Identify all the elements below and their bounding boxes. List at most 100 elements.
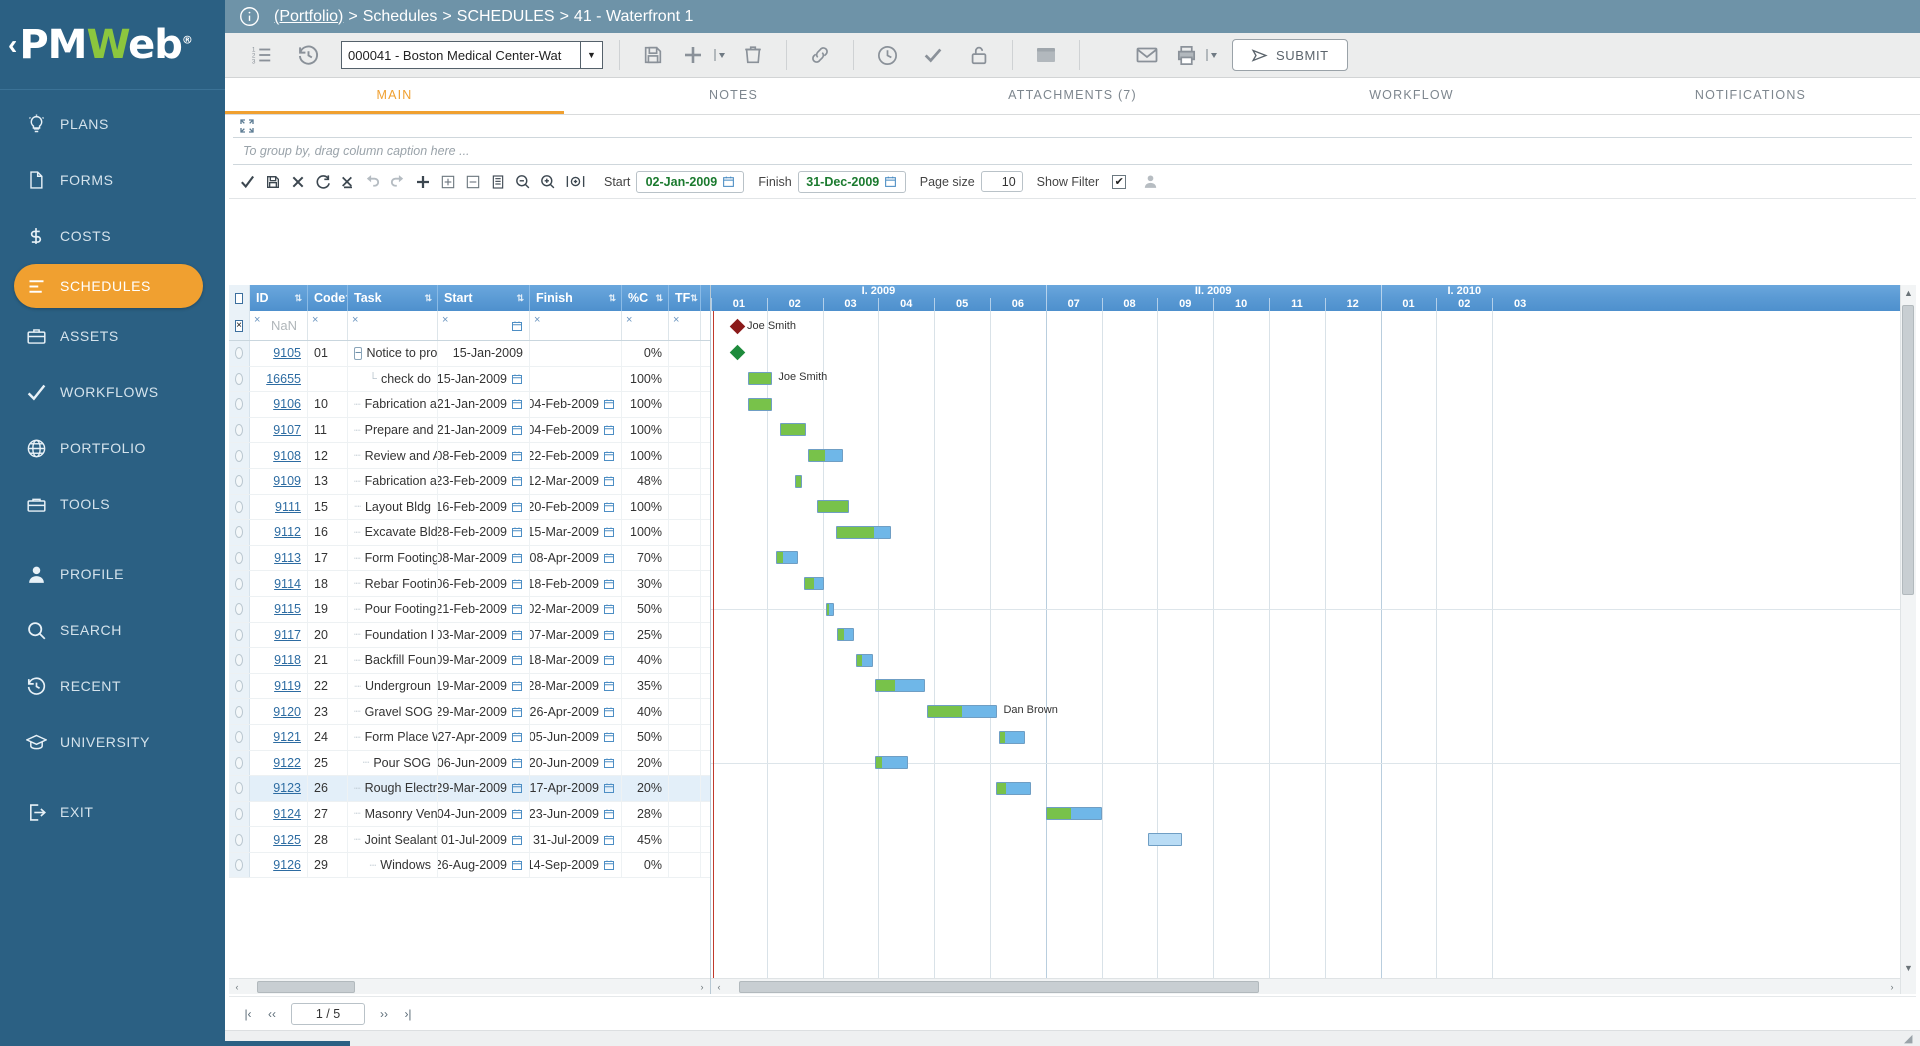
calendar-icon[interactable] xyxy=(603,526,615,538)
pager-next-button[interactable]: ›› xyxy=(373,1003,395,1025)
row-select-radio[interactable] xyxy=(229,802,250,827)
calendar-icon[interactable] xyxy=(603,629,615,641)
row-id-link[interactable]: 9118 xyxy=(274,653,301,667)
radio-icon[interactable] xyxy=(235,731,243,743)
calendar-icon[interactable] xyxy=(603,706,615,718)
cell-start[interactable]: 16-Feb-2009 xyxy=(438,495,530,520)
cell-start[interactable]: 15-Jan-2009 xyxy=(438,341,530,366)
gantt-bar[interactable] xyxy=(875,756,908,769)
cell-start[interactable]: 08-Feb-2009 xyxy=(438,443,530,468)
cell-task[interactable]: ┈Prepare and xyxy=(348,418,438,443)
archive-icon[interactable] xyxy=(1023,33,1069,77)
cell-id[interactable]: 9125 xyxy=(250,827,308,852)
row-select-radio[interactable] xyxy=(229,699,250,724)
row-id-link[interactable]: 9120 xyxy=(273,705,301,719)
radio-icon[interactable] xyxy=(235,501,243,513)
sort-icon[interactable]: ⇅ xyxy=(516,293,523,304)
scroll-left-icon[interactable]: ‹ xyxy=(711,982,727,992)
sidebar-item-university[interactable]: UNIVERSITY xyxy=(0,714,225,770)
pager-first-button[interactable]: |‹ xyxy=(237,1003,259,1025)
gantt-body[interactable]: Joe SmithJoe SmithDan Brown xyxy=(711,311,1916,994)
calendar-icon[interactable] xyxy=(603,398,615,410)
calendar-icon[interactable] xyxy=(511,680,523,692)
cell-id[interactable]: 16655 xyxy=(250,367,308,392)
cell-finish[interactable]: 08-Apr-2009 xyxy=(530,546,622,571)
cell-finish[interactable]: 15-Mar-2009 xyxy=(530,520,622,545)
cell-start[interactable]: 09-Mar-2009 xyxy=(438,648,530,673)
grid-header-start[interactable]: Start⇅ xyxy=(438,285,530,311)
calendar-icon[interactable] xyxy=(511,757,523,769)
accept-icon[interactable] xyxy=(235,167,260,197)
calendar-icon[interactable] xyxy=(603,603,615,615)
cell-start[interactable]: 04-Jun-2009 xyxy=(438,802,530,827)
scroll-right-icon[interactable]: › xyxy=(694,982,710,992)
cell-id[interactable]: 9113 xyxy=(250,546,308,571)
cell-finish[interactable]: 02-Mar-2009 xyxy=(530,597,622,622)
indent-icon[interactable] xyxy=(435,167,460,197)
calendar-icon[interactable] xyxy=(511,859,523,871)
project-select[interactable]: 000041 - Boston Medical Center-Wat ▼ xyxy=(341,41,603,69)
cell-id[interactable]: 9112 xyxy=(250,520,308,545)
cell-id[interactable]: 9117 xyxy=(250,623,308,648)
cell-finish[interactable]: 04-Feb-2009 xyxy=(530,418,622,443)
calendar-icon[interactable] xyxy=(511,731,523,743)
cell-task[interactable]: ┈Pour SOG xyxy=(348,751,438,776)
show-filter-checkbox[interactable]: ✔ xyxy=(1112,175,1126,189)
calendar-icon[interactable] xyxy=(511,373,523,385)
row-select-radio[interactable] xyxy=(229,341,250,366)
radio-icon[interactable] xyxy=(235,398,243,410)
cell-task[interactable]: ┈Excavate Bldg xyxy=(348,520,438,545)
calendar-icon[interactable] xyxy=(603,578,615,590)
gantt-bar[interactable] xyxy=(817,500,849,513)
calendar-icon[interactable] xyxy=(511,475,523,487)
grid-filter-start[interactable]: × xyxy=(438,311,530,340)
cell-start[interactable]: 21-Jan-2009 xyxy=(438,418,530,443)
sidebar-collapse-icon[interactable]: ‹ xyxy=(8,31,17,59)
table-row[interactable]: 911418┈Rebar Footin06-Feb-200918-Feb-200… xyxy=(229,571,710,597)
delete-icon[interactable] xyxy=(730,33,776,77)
cell-id[interactable]: 9108 xyxy=(250,443,308,468)
cell-finish[interactable]: 31-Jul-2009 xyxy=(530,827,622,852)
calendar-icon[interactable] xyxy=(511,501,523,513)
sidebar-item-profile[interactable]: PROFILE xyxy=(0,546,225,602)
tab-attachments-7[interactable]: ATTACHMENTS (7) xyxy=(903,78,1242,114)
calendar-icon[interactable] xyxy=(511,450,523,462)
radio-icon[interactable] xyxy=(235,680,243,692)
cell-task[interactable]: ┈Layout Bldg xyxy=(348,495,438,520)
radio-icon[interactable] xyxy=(235,552,243,564)
gantt-hscroll-track[interactable] xyxy=(727,981,1884,993)
cell-task[interactable]: ┈Pour Footing xyxy=(348,597,438,622)
clear-filter-glyph[interactable]: × xyxy=(442,314,448,326)
sidebar-item-schedules[interactable]: SCHEDULES xyxy=(14,264,203,308)
radio-icon[interactable] xyxy=(235,654,243,666)
print-caret-icon[interactable] xyxy=(1202,33,1222,77)
cell-id[interactable]: 9105 xyxy=(250,341,308,366)
sidebar-item-plans[interactable]: PLANS xyxy=(0,96,225,152)
row-select-radio[interactable] xyxy=(229,648,250,673)
calendar-icon[interactable] xyxy=(511,834,523,846)
table-row[interactable]: 911720┈Foundation I03-Mar-200907-Mar-200… xyxy=(229,623,710,649)
sidebar-item-forms[interactable]: FORMS xyxy=(0,152,225,208)
grid-header-tf[interactable]: TF⇅ xyxy=(669,285,701,311)
cell-start[interactable]: 01-Jul-2009 xyxy=(438,827,530,852)
cell-task[interactable]: ┈Rough Electri xyxy=(348,776,438,801)
pager-prev-button[interactable]: ‹‹ xyxy=(261,1003,283,1025)
calendar-icon[interactable] xyxy=(603,450,615,462)
table-row[interactable]: 912225┈Pour SOG06-Jun-200920-Jun-200920% xyxy=(229,751,710,777)
table-row[interactable]: 911317┈Form Footing08-Mar-200908-Apr-200… xyxy=(229,546,710,572)
cell-start[interactable]: 21-Jan-2009 xyxy=(438,392,530,417)
sort-icon[interactable]: ⇅ xyxy=(294,293,301,304)
table-row[interactable]: 912427┈Masonry Ven04-Jun-200923-Jun-2009… xyxy=(229,802,710,828)
sidebar-item-portfolio[interactable]: PORTFOLIO xyxy=(0,420,225,476)
row-select-radio[interactable] xyxy=(229,725,250,750)
submit-button[interactable]: SUBMIT xyxy=(1232,39,1348,71)
undo-icon[interactable] xyxy=(360,167,385,197)
cell-id[interactable]: 9115 xyxy=(250,597,308,622)
row-select-radio[interactable] xyxy=(229,674,250,699)
cell-id[interactable]: 9124 xyxy=(250,802,308,827)
calendar-icon[interactable] xyxy=(511,706,523,718)
row-id-link[interactable]: 16655 xyxy=(266,372,301,386)
finish-date-input[interactable]: 31-Dec-2009 xyxy=(798,171,906,193)
row-select-radio[interactable] xyxy=(229,751,250,776)
row-select-radio[interactable] xyxy=(229,571,250,596)
